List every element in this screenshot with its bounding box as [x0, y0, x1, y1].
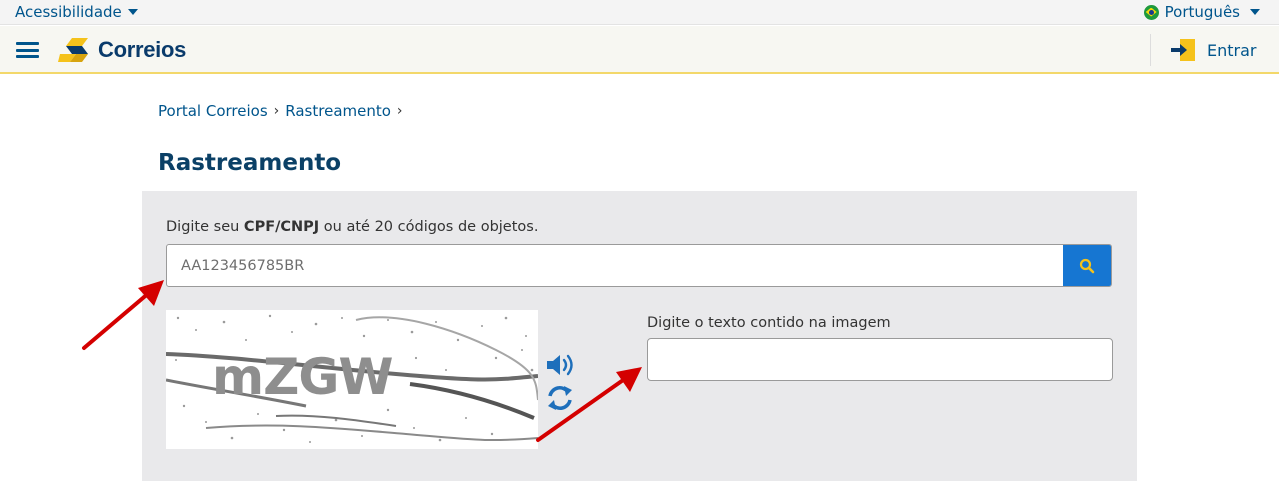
- login-label: Entrar: [1207, 40, 1257, 60]
- top-utility-bar: Acessibilidade Português: [0, 0, 1279, 25]
- page-title: Rastreamento: [158, 150, 342, 176]
- captcha-input-label: Digite o texto contido na imagem: [647, 315, 891, 331]
- captcha-image: mZGW: [166, 310, 538, 449]
- chevron-down-icon: [127, 9, 138, 15]
- chevron-right-icon: ›: [396, 103, 403, 119]
- main-header: Correios Entrar: [0, 26, 1279, 74]
- language-label: Português: [1164, 3, 1240, 21]
- chevron-right-icon: ›: [273, 103, 280, 119]
- brazil-flag-icon: [1143, 4, 1159, 20]
- correios-logo-icon: [58, 38, 88, 62]
- accessibility-label: Acessibilidade: [15, 3, 122, 21]
- brand-name: Correios: [98, 37, 187, 62]
- speaker-icon[interactable]: [545, 352, 577, 378]
- header-divider: [1150, 34, 1151, 66]
- accessibility-menu[interactable]: Acessibilidade: [15, 3, 138, 21]
- tracking-input-label: Digite seu CPF/CNPJ ou até 20 códigos de…: [166, 219, 539, 235]
- captcha-text: mZGW: [212, 348, 393, 406]
- breadcrumb: Portal Correios › Rastreamento ›: [158, 102, 403, 120]
- chevron-down-icon: [1250, 9, 1260, 15]
- tracking-search-box: [166, 244, 1112, 287]
- search-icon: [1079, 258, 1095, 273]
- tracking-code-input[interactable]: [167, 245, 1063, 286]
- breadcrumb-rastreamento[interactable]: Rastreamento: [285, 102, 391, 120]
- hamburger-menu-icon[interactable]: [16, 42, 39, 58]
- login-button[interactable]: Entrar: [1170, 38, 1256, 62]
- language-selector[interactable]: Português: [1143, 3, 1260, 21]
- login-arrow-icon: [1171, 39, 1195, 61]
- search-button[interactable]: [1063, 245, 1111, 286]
- breadcrumb-portal-correios[interactable]: Portal Correios: [158, 102, 268, 120]
- correios-logo[interactable]: Correios: [58, 36, 186, 64]
- captcha-input[interactable]: [647, 338, 1113, 381]
- refresh-icon[interactable]: [546, 384, 574, 412]
